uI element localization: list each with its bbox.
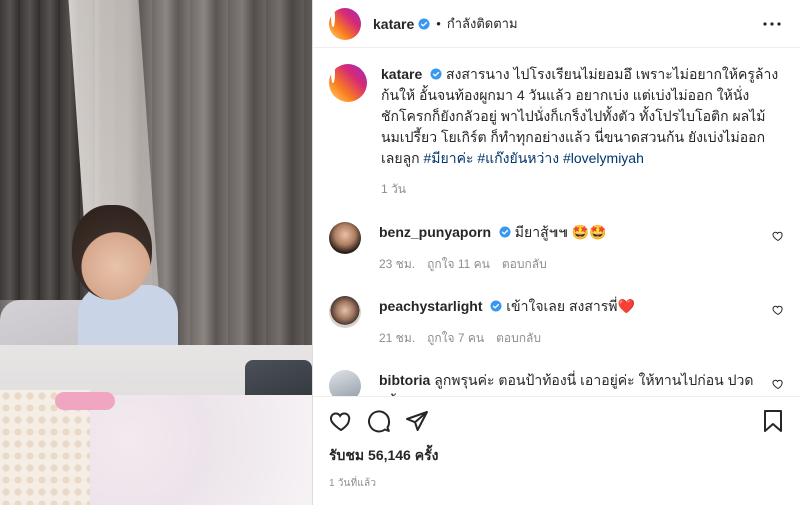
photo-pink-toy xyxy=(55,392,115,410)
comment-avatar[interactable] xyxy=(329,370,361,396)
comments-list[interactable]: katare สงสารนาง ไปโรงเรียนไม่ยอมอึ เพราะ… xyxy=(313,48,800,396)
caption-time[interactable]: 1 วัน xyxy=(381,179,784,200)
save-icon[interactable] xyxy=(762,409,784,433)
photo-child-head xyxy=(72,205,152,300)
comment-username[interactable]: peachystarlight xyxy=(379,298,482,314)
comment-like-icon[interactable] xyxy=(772,378,784,390)
separator-dot: • xyxy=(436,16,441,31)
caption-username[interactable]: katare xyxy=(381,66,422,82)
comment-like-icon[interactable] xyxy=(772,304,784,316)
post-date[interactable]: 1 วันที่แล้ว xyxy=(313,476,800,491)
verified-icon xyxy=(490,300,502,312)
more-options-icon[interactable] xyxy=(760,12,784,36)
share-icon[interactable] xyxy=(405,409,429,433)
comment-text: ลูกพรุนค่ะ ตอนป้าท้องนี่ เอาอยู่ค่ะ ให้ท… xyxy=(379,372,754,396)
author-username[interactable]: katare xyxy=(373,16,414,32)
author-avatar[interactable] xyxy=(329,7,361,40)
verified-icon xyxy=(499,226,511,238)
caption: katare สงสารนาง ไปโรงเรียนไม่ยอมอึ เพราะ… xyxy=(329,64,784,200)
post-header: katare • กำลังติดตาม xyxy=(313,0,800,48)
photo-shadow xyxy=(200,0,312,350)
comment-text: เข้าใจเลย สงสารพี่❤️ xyxy=(506,298,635,314)
comment-item: bibtoria ลูกพรุนค่ะ ตอนป้าท้องนี่ เอาอยู… xyxy=(329,370,784,396)
comment-body: benz_punyaporn มียาสู้๚๚ 🤩🤩 23 ชม. ถูกใจ… xyxy=(379,222,764,274)
comment-item: peachystarlight เข้าใจเลย สงสารพี่❤️ 21 … xyxy=(329,296,784,348)
comment-like-icon[interactable] xyxy=(772,230,784,242)
following-button[interactable]: กำลังติดตาม xyxy=(447,13,518,34)
verified-icon xyxy=(418,18,430,29)
hashtag[interactable]: #lovelymiyah xyxy=(563,150,644,166)
comment-item: benz_punyaporn มียาสู้๚๚ 🤩🤩 23 ชม. ถูกใจ… xyxy=(329,222,784,274)
bottom-spacer xyxy=(313,491,800,505)
hashtag[interactable]: #มียาค่ะ xyxy=(424,150,474,166)
comment-time[interactable]: 23 ชม. xyxy=(379,254,415,274)
caption-avatar[interactable] xyxy=(329,64,367,102)
like-icon[interactable] xyxy=(329,409,353,433)
comment-likes[interactable]: ถูกใจ 11 คน xyxy=(427,254,490,274)
comment-likes[interactable]: ถูกใจ 7 คน xyxy=(427,328,484,348)
comment-meta: 23 ชม. ถูกใจ 11 คน ตอบกลับ xyxy=(379,254,764,274)
comment-text: มียาสู้๚๚ 🤩🤩 xyxy=(514,224,607,240)
post-photo[interactable] xyxy=(0,0,312,505)
comment-body: peachystarlight เข้าใจเลย สงสารพี่❤️ 21 … xyxy=(379,296,764,348)
view-count[interactable]: รับชม 56,146 ครั้ง xyxy=(313,444,800,466)
comment-meta: 21 ชม. ถูกใจ 7 คน ตอบกลับ xyxy=(379,328,764,348)
caption-body: katare สงสารนาง ไปโรงเรียนไม่ยอมอึ เพราะ… xyxy=(381,64,784,200)
verified-icon xyxy=(430,68,442,80)
hashtag[interactable]: #แก๊งยันหว่าง xyxy=(477,150,559,166)
comment-username[interactable]: benz_punyaporn xyxy=(379,224,491,240)
reply-button[interactable]: ตอบกลับ xyxy=(502,254,547,274)
comment-body: bibtoria ลูกพรุนค่ะ ตอนป้าท้องนี่ เอาอยู… xyxy=(379,370,764,396)
comment-avatar[interactable] xyxy=(329,222,361,254)
comment-time[interactable]: 21 ชม. xyxy=(379,328,415,348)
instagram-post-modal: katare • กำลังติดตาม katare สงสารนาง ไปโ… xyxy=(0,0,800,505)
comment-username[interactable]: bibtoria xyxy=(379,372,430,388)
reply-button[interactable]: ตอบกลับ xyxy=(496,328,541,348)
action-bar xyxy=(313,396,800,444)
comment-icon[interactable] xyxy=(367,409,391,433)
post-side-panel: katare • กำลังติดตาม katare สงสารนาง ไปโ… xyxy=(312,0,800,505)
comment-avatar[interactable] xyxy=(329,296,361,328)
